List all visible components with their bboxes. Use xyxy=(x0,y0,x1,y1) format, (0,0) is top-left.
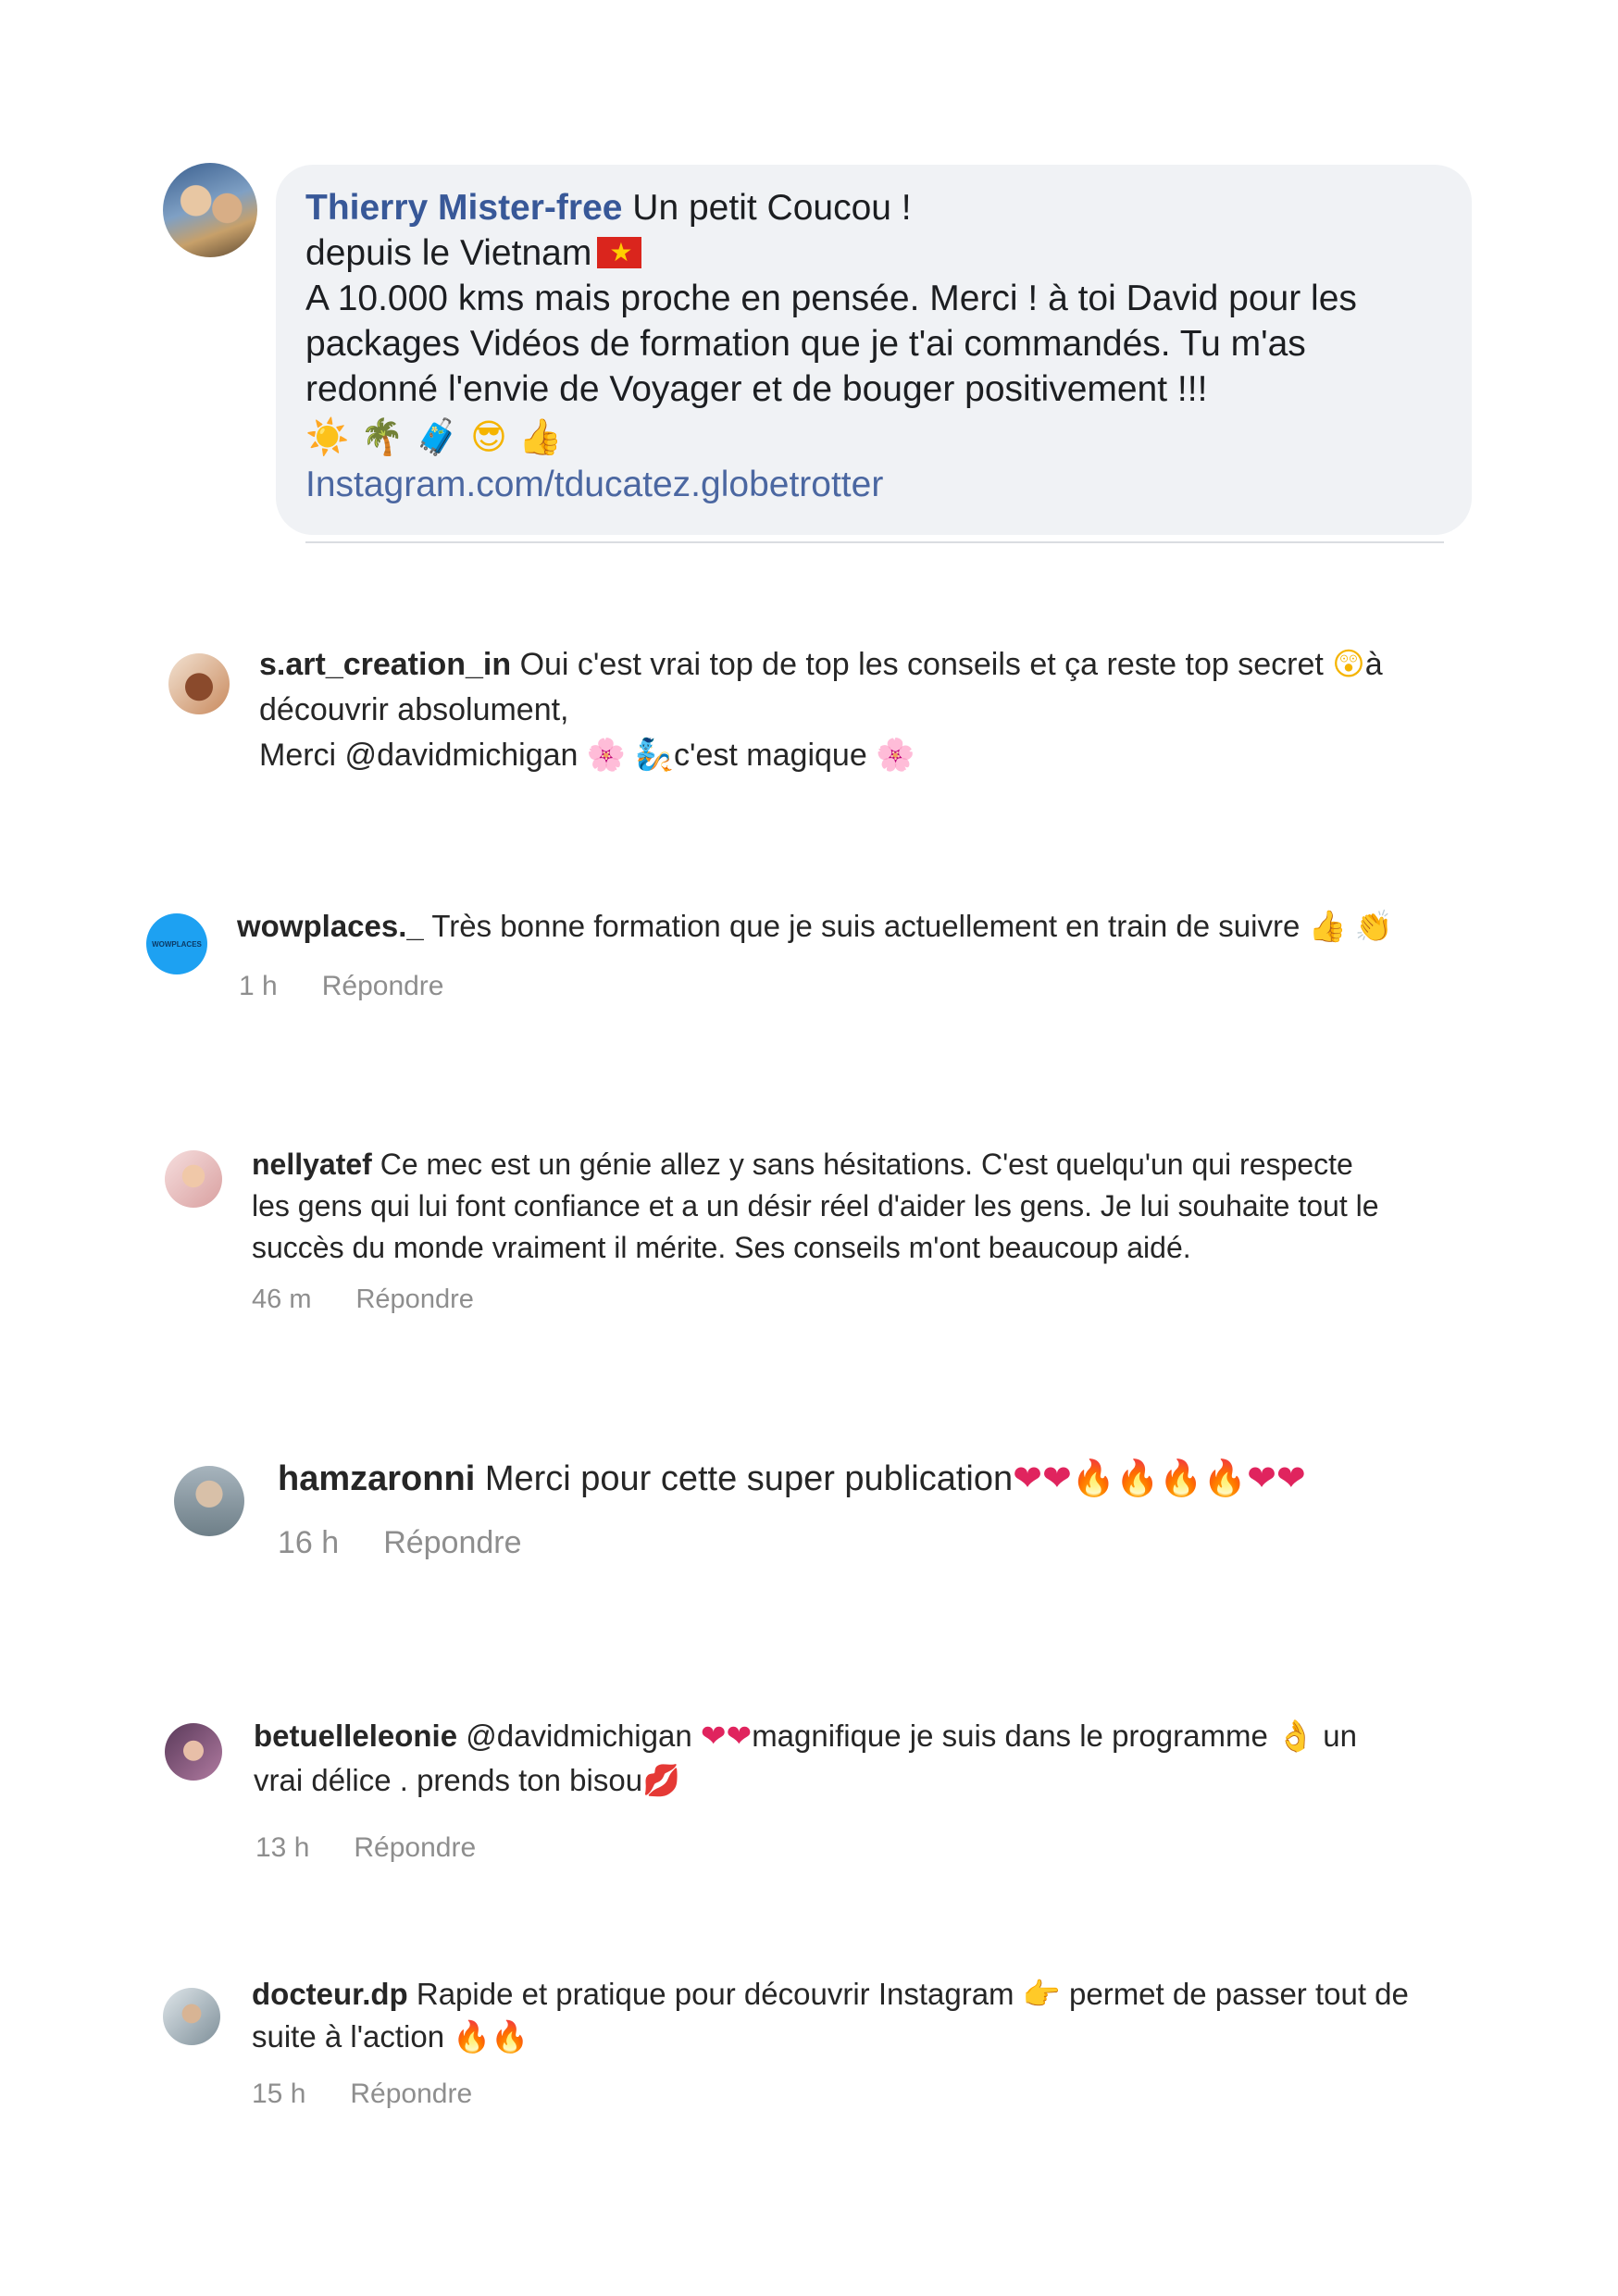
timestamp: 13 h xyxy=(255,1832,310,1863)
comment-body: betuelleleonie @davidmichigan ❤❤magnifiq… xyxy=(254,1718,1357,1798)
ok-hand-icon: 👌 xyxy=(1276,1718,1315,1754)
comment-body: s.art_creation_in Oui c'est vrai top de … xyxy=(259,646,1383,774)
comment-body: hamzaronni Merci pour cette super public… xyxy=(278,1458,1306,1498)
genie-icon: 🧞 xyxy=(634,737,675,774)
palm-tree-icon: 🌴 xyxy=(360,416,404,457)
divider xyxy=(305,541,1444,543)
thumbs-up-icon: 👍 xyxy=(1308,908,1347,944)
reply-button[interactable]: Répondre xyxy=(354,1832,476,1863)
avatar-label: WOWPLACES xyxy=(152,939,202,949)
sun-icon: ☀️ xyxy=(305,416,350,457)
timestamp: 1 h xyxy=(239,971,278,1001)
heart-icon: ❤❤ xyxy=(700,1718,753,1754)
avatar[interactable] xyxy=(168,653,230,714)
comment-body: Thierry Mister-free Un petit Coucou ! de… xyxy=(305,185,1453,507)
pointing-right-icon: 👉 xyxy=(1022,1976,1061,2012)
comment-meta: 13 h Répondre xyxy=(255,1832,520,1864)
comment-username[interactable]: wowplaces._ xyxy=(237,909,424,943)
comment-meta: 1 h Répondre xyxy=(239,971,488,1002)
avatar[interactable] xyxy=(163,1988,220,2045)
comment-body: nellyatef Ce mec est un génie allez y sa… xyxy=(252,1148,1379,1264)
hushed-face-icon: 😲 xyxy=(1332,646,1365,683)
flower-icon: 🌸 xyxy=(586,737,627,774)
instagram-link[interactable]: Instagram.com/tducatez.globetrotter xyxy=(305,465,883,504)
thumbs-up-icon: 👍 xyxy=(517,416,563,457)
comment-username[interactable]: Thierry Mister-free xyxy=(305,188,622,228)
comment-meta: 46 m Répondre xyxy=(252,1285,518,1315)
reply-button[interactable]: Répondre xyxy=(322,971,444,1001)
clapping-hands-icon: 👏 xyxy=(1354,908,1393,944)
comment-username[interactable]: betuelleleonie xyxy=(254,1719,457,1753)
avatar[interactable] xyxy=(163,163,257,257)
heart-icon: ❤❤ xyxy=(1247,1458,1306,1498)
reply-button[interactable]: Répondre xyxy=(350,2079,472,2109)
vietnam-flag-icon xyxy=(597,237,642,268)
fire-icon: 🔥🔥 xyxy=(453,2018,529,2054)
comment-username[interactable]: docteur.dp xyxy=(252,1977,408,2011)
avatar[interactable] xyxy=(165,1150,222,1208)
comment-meta: 15 h Répondre xyxy=(252,2079,517,2110)
heart-icon: ❤❤ xyxy=(1013,1458,1072,1498)
fire-icon: 🔥🔥🔥🔥 xyxy=(1071,1458,1248,1498)
comment-username[interactable]: s.art_creation_in xyxy=(259,647,511,682)
comment-meta: 16 h Répondre xyxy=(278,1525,566,1561)
timestamp: 16 h xyxy=(278,1525,340,1560)
comment-username[interactable]: nellyatef xyxy=(252,1148,372,1181)
avatar[interactable]: WOWPLACES xyxy=(146,913,207,974)
flower-icon: 🌸 xyxy=(876,737,915,774)
avatar[interactable] xyxy=(165,1723,222,1781)
comment-body: wowplaces._ Très bonne formation que je … xyxy=(237,908,1393,944)
kiss-mark-icon: 💋 xyxy=(642,1762,681,1798)
luggage-icon: 🧳 xyxy=(415,416,460,457)
reply-button[interactable]: Répondre xyxy=(383,1525,521,1560)
reply-button[interactable]: Répondre xyxy=(355,1285,473,1314)
timestamp: 46 m xyxy=(252,1285,312,1314)
avatar[interactable] xyxy=(174,1466,244,1536)
comment-username[interactable]: hamzaronni xyxy=(278,1459,475,1498)
comment-body: docteur.dp Rapide et pratique pour décou… xyxy=(252,1976,1409,2054)
sunglasses-face-icon: 😎 xyxy=(470,416,507,457)
timestamp: 15 h xyxy=(252,2079,306,2109)
